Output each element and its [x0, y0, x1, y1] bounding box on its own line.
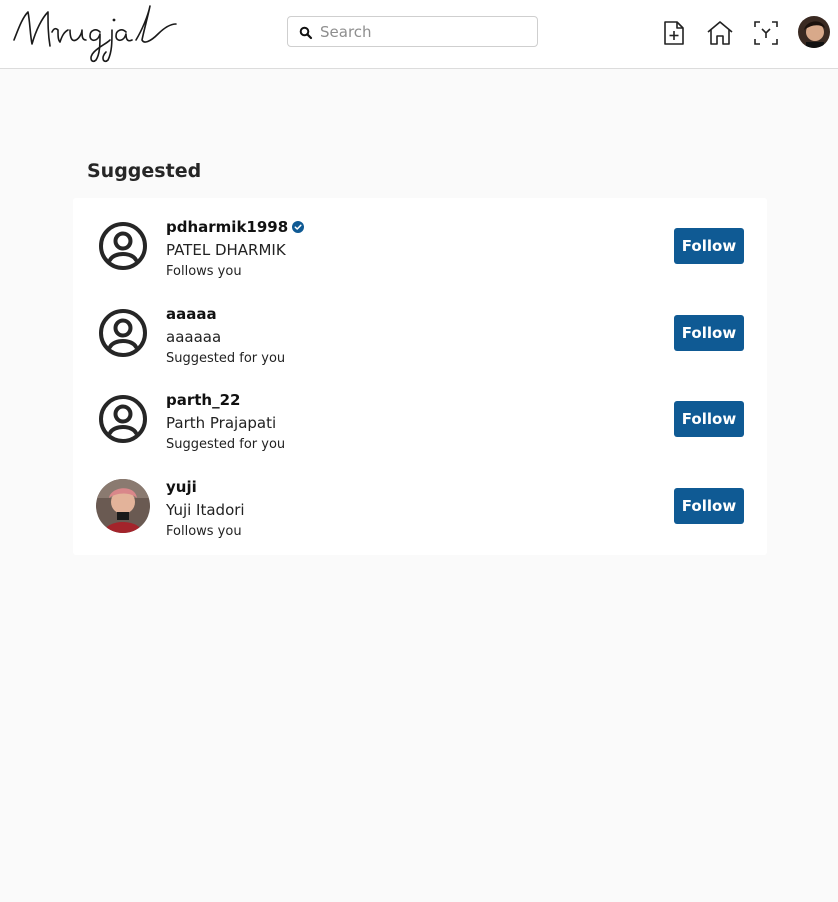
search-bar[interactable]	[287, 16, 538, 47]
follow-button[interactable]: Follow	[674, 488, 744, 524]
list-item: yuji Yuji Itadori Follows you Follow	[73, 478, 767, 564]
home-icon[interactable]	[706, 19, 734, 47]
follow-button[interactable]: Follow	[674, 228, 744, 264]
relationship-note: Suggested for you	[166, 437, 286, 452]
default-user-icon[interactable]	[95, 391, 151, 447]
search-input[interactable]	[320, 17, 530, 46]
follow-button[interactable]: Follow	[674, 315, 744, 351]
username-link[interactable]: yuji	[166, 478, 197, 496]
full-name: PATEL DHARMIK	[166, 241, 286, 259]
app-logo[interactable]	[8, 0, 178, 66]
full-name: Parth Prajapati	[166, 414, 277, 432]
full-name: aaaaaa	[166, 328, 222, 346]
username-link[interactable]: parth_22	[166, 391, 240, 409]
relationship-note: Follows you	[166, 264, 242, 279]
full-name: Yuji Itadori	[166, 501, 245, 519]
username-link[interactable]: aaaaa	[166, 305, 217, 323]
top-navigation-bar	[0, 0, 838, 69]
relationship-note: Suggested for you	[166, 351, 286, 366]
list-item: aaaaa aaaaaa Suggested for you Follow	[73, 305, 767, 391]
verified-badge-icon	[292, 221, 305, 233]
relationship-note: Follows you	[166, 524, 242, 539]
profile-avatar[interactable]	[798, 16, 830, 48]
username-link[interactable]: pdharmik1998	[166, 218, 305, 236]
search-icon	[299, 26, 313, 40]
default-user-icon[interactable]	[95, 218, 151, 274]
scan-icon[interactable]	[752, 19, 780, 47]
new-post-icon[interactable]	[660, 19, 688, 47]
section-title: Suggested	[87, 160, 202, 182]
list-item: pdharmik1998 PATEL DHARMIK Follows you F…	[73, 218, 767, 304]
list-item: parth_22 Parth Prajapati Suggested for y…	[73, 391, 767, 477]
user-avatar-photo[interactable]	[95, 478, 151, 534]
default-user-icon[interactable]	[95, 305, 151, 361]
follow-button[interactable]: Follow	[674, 401, 744, 437]
suggestions-list: pdharmik1998 PATEL DHARMIK Follows you F…	[73, 198, 767, 555]
